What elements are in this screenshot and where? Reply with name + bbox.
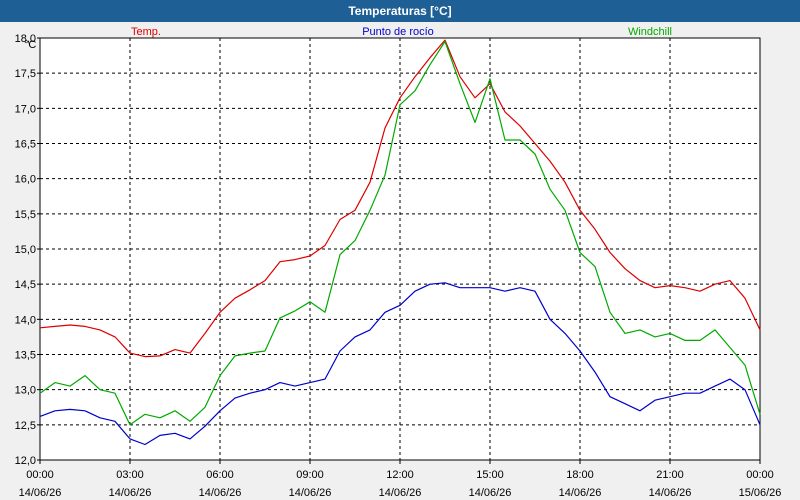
- temperature-chart: 12,0 12,5 13,0 13,5 14,0 14,5 15,0 15,5 16,0 16,5…: [15, 26, 782, 499]
- y-tick-label: 15,5: [15, 209, 36, 221]
- x-tick-label-time: 09:00: [296, 469, 324, 481]
- x-tick-label-time: 15:00: [476, 469, 504, 481]
- x-tick-label-time: 21:00: [656, 469, 684, 481]
- y-tick-label: 17,0: [15, 103, 36, 115]
- x-tick-label-date: 14/06/26: [559, 487, 602, 499]
- x-tick-label-date: 14/06/26: [649, 487, 692, 499]
- chart-window: Temperaturas [°C] 12,0 12,5 13,0 13,5 14,0 14…: [0, 0, 800, 500]
- legend-entry: Temp.: [131, 26, 161, 38]
- y-tick-label: 14,5: [15, 279, 36, 291]
- y-tick-label: 13,0: [15, 385, 36, 397]
- y-tick-label: 17,5: [15, 68, 36, 80]
- x-tick-label-time: 00:00: [26, 469, 54, 481]
- x-tick-label-time: 12:00: [386, 469, 414, 481]
- legend-entry: Punto de rocío: [362, 26, 434, 38]
- y-tick-label: 12,0: [15, 455, 36, 467]
- y-tick-label: 12,5: [15, 420, 36, 432]
- y-tick-label: 14,0: [15, 314, 36, 326]
- x-tick-label-date: 14/06/26: [469, 487, 512, 499]
- x-tick-label-time: 06:00: [206, 469, 234, 481]
- legend-entry: Windchill: [628, 26, 672, 38]
- x-tick-label-date: 14/06/26: [379, 487, 422, 499]
- x-tick-label-date: 14/06/26: [109, 487, 152, 499]
- x-tick-label-date: 14/06/26: [19, 487, 62, 499]
- x-tick-label-date: 14/06/26: [199, 487, 242, 499]
- y-tick-label: 13,5: [15, 350, 36, 362]
- x-tick-label-date: 15/06/26: [739, 487, 782, 499]
- y-axis-label: °C: [24, 39, 36, 51]
- x-tick-label-time: 18:00: [566, 469, 594, 481]
- y-tick-label: 15,0: [15, 244, 36, 256]
- x-tick-label-date: 14/06/26: [289, 487, 332, 499]
- x-tick-label-time: 00:00: [746, 469, 774, 481]
- x-tick-label-time: 03:00: [116, 469, 144, 481]
- y-tick-label: 16,5: [15, 139, 36, 151]
- y-tick-label: 16,0: [15, 174, 36, 186]
- chart-title: Temperaturas [°C]: [0, 0, 800, 22]
